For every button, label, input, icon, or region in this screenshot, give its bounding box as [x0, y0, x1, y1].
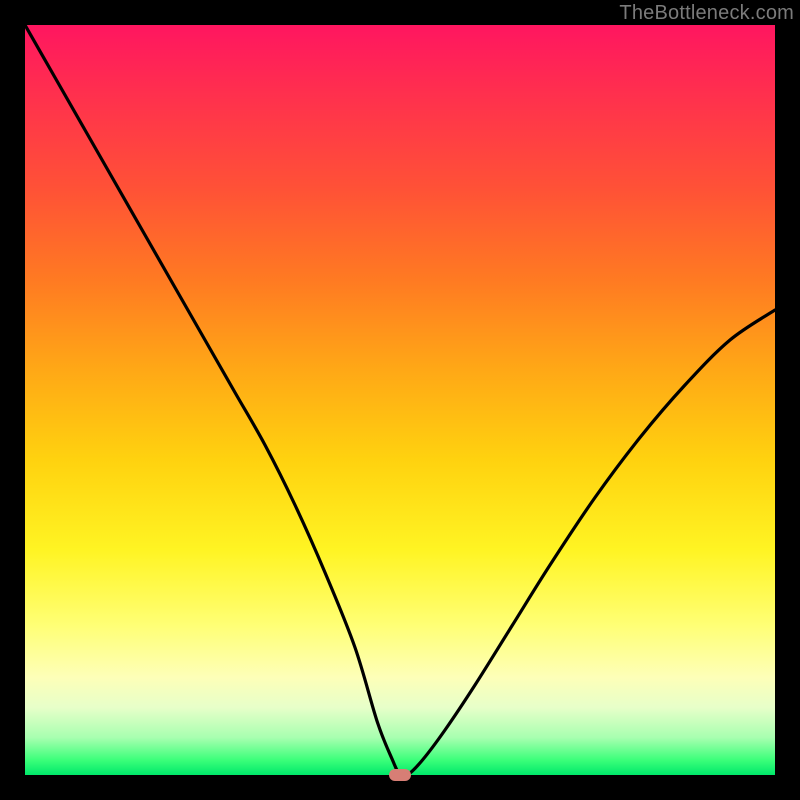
- chart-frame: TheBottleneck.com: [0, 0, 800, 800]
- bottleneck-marker: [389, 769, 411, 781]
- bottleneck-curve: [25, 25, 775, 775]
- plot-area: [25, 25, 775, 775]
- watermark-text: TheBottleneck.com: [619, 2, 794, 25]
